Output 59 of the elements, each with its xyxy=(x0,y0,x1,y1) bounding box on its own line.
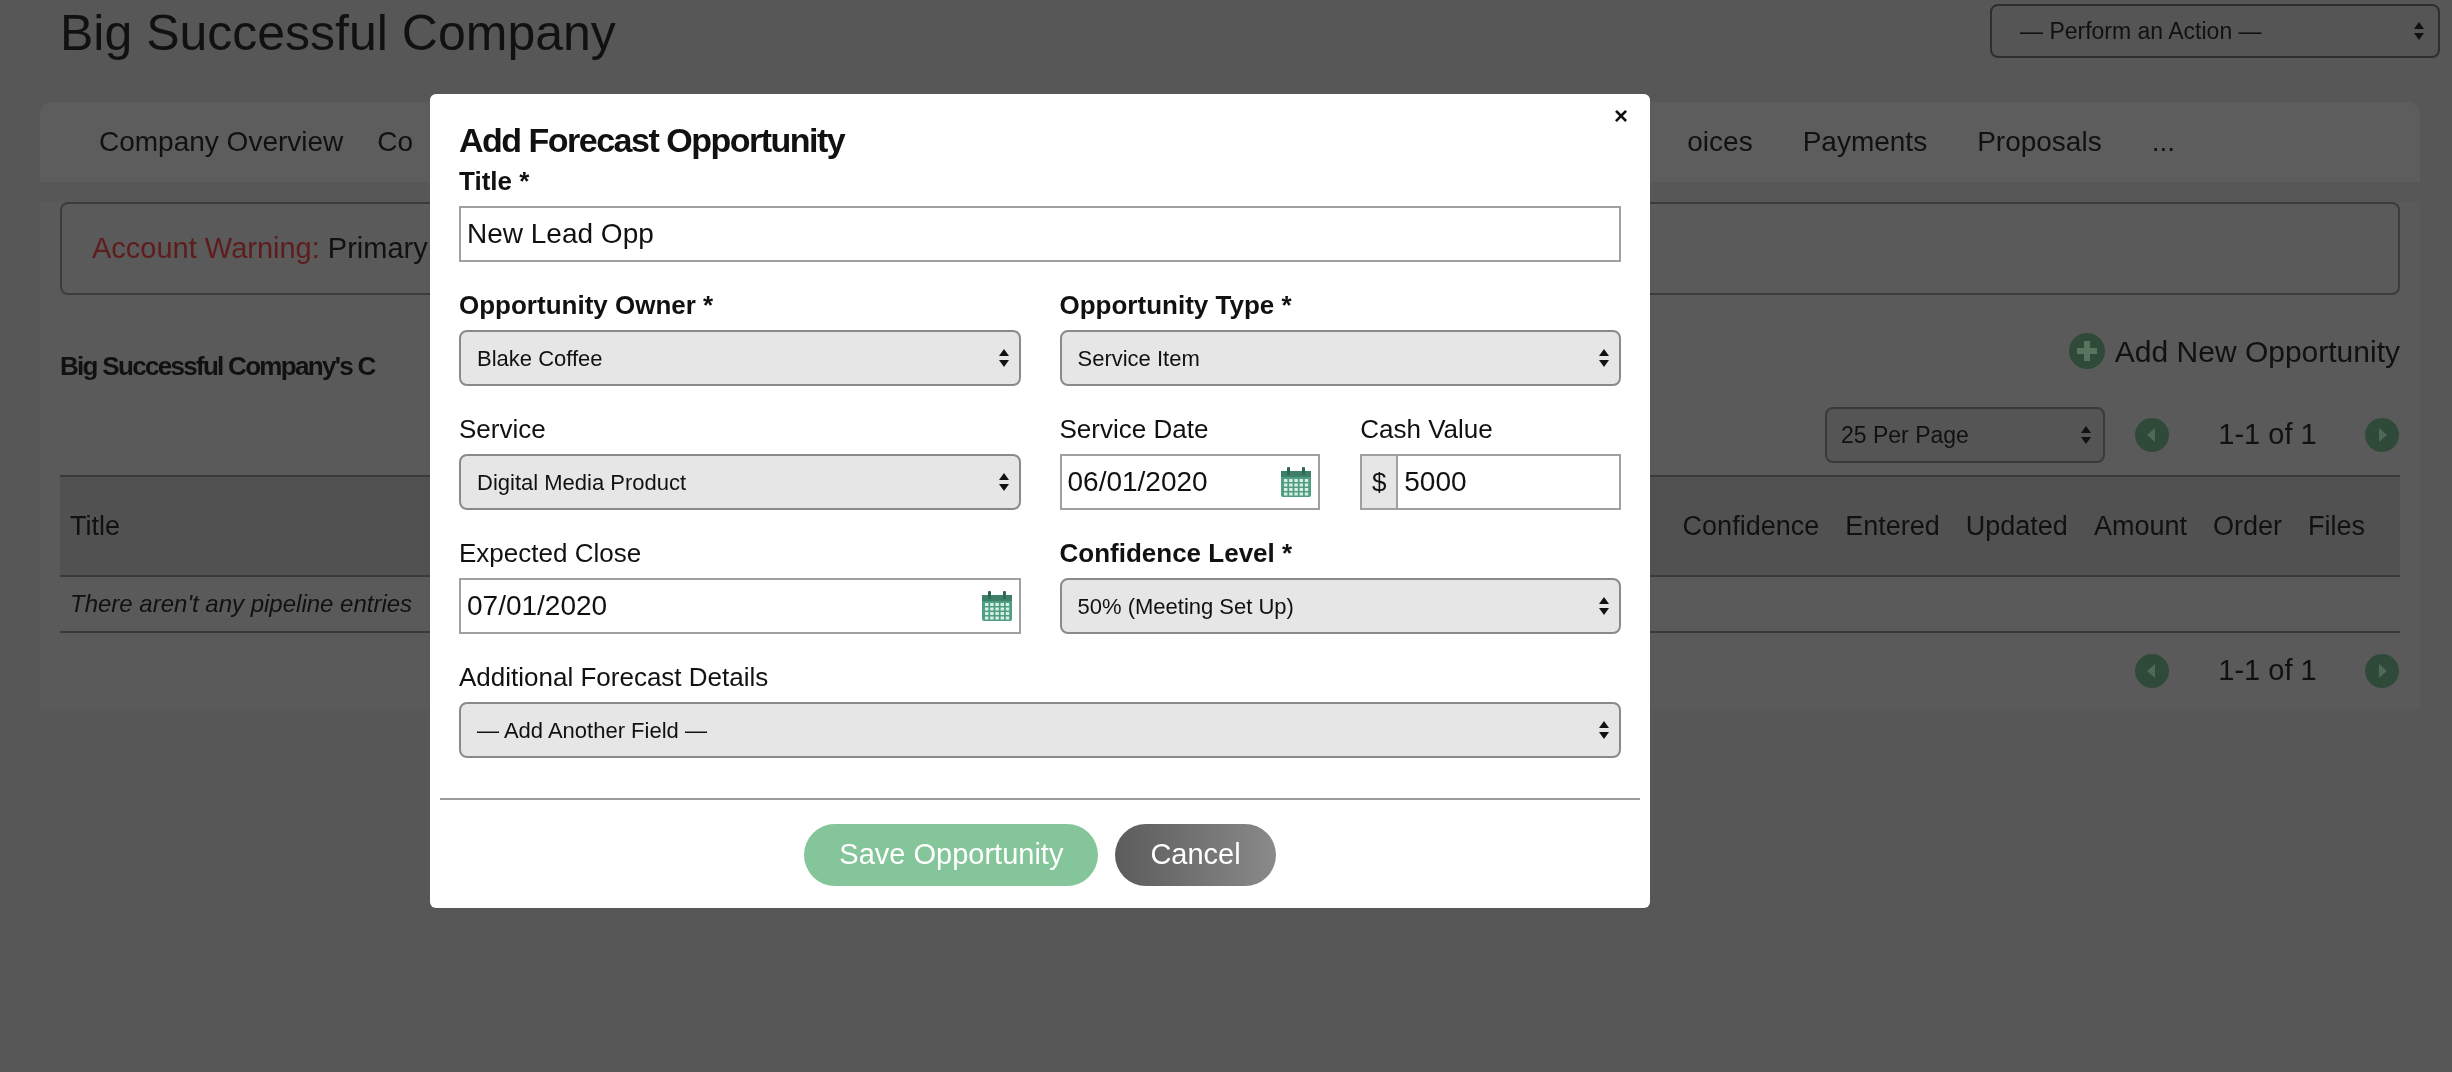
warning-label: Account Warning: xyxy=(92,230,320,266)
page-range: 1-1 of 1 xyxy=(2217,653,2318,689)
date-field[interactable]: 07/01/2020 xyxy=(459,578,1021,634)
field-label: Opportunity Owner * xyxy=(459,289,715,322)
select-field[interactable]: Service Item xyxy=(1059,330,1621,386)
page-range: 1-1 of 1 xyxy=(2217,417,2318,453)
next-page-button[interactable] xyxy=(2365,653,2400,689)
plus-circle-icon xyxy=(2068,333,2105,369)
select-field[interactable]: 50% (Meeting Set Up) xyxy=(1059,578,1621,634)
column-header: Files xyxy=(2308,509,2365,543)
column-header: Updated xyxy=(1965,509,2068,543)
date-field[interactable]: 06/01/2020 xyxy=(1059,454,1321,510)
column-header: Confidence xyxy=(1682,509,1820,543)
dialog-title: Add Forecast Opportunity xyxy=(459,120,846,161)
tab[interactable]: ... xyxy=(2151,121,2175,163)
text-field[interactable]: New Lead Opp xyxy=(459,206,1621,262)
amount-field[interactable]: 5000 xyxy=(1398,454,1621,510)
calendar-icon xyxy=(1280,466,1313,498)
field-label: Service Date xyxy=(1059,413,1210,446)
warning-text: Primary xyxy=(327,230,428,266)
select-field[interactable]: Blake Coffee xyxy=(459,330,1021,386)
previous-page-button[interactable] xyxy=(2135,653,2170,689)
tab[interactable]: Payments xyxy=(1802,121,1928,163)
field-label: Confidence Level * xyxy=(1059,537,1294,570)
per-page-select[interactable]: 25 Per Page xyxy=(1825,407,2105,463)
page-title: Big Successful Company xyxy=(59,4,616,63)
field-label: Service xyxy=(459,413,547,446)
field-label: Additional Forecast Details xyxy=(459,661,770,694)
previous-page-button[interactable] xyxy=(2135,417,2170,453)
select-field[interactable]: — Add Another Field — xyxy=(459,702,1621,758)
tab[interactable]: Proposals xyxy=(1977,121,2102,163)
next-page-button[interactable] xyxy=(2365,417,2400,453)
calendar-icon xyxy=(980,590,1013,622)
action-select[interactable]: — Perform an Action — xyxy=(1990,4,2440,58)
empty-table-message: There aren't any pipeline entries xyxy=(70,589,413,619)
column-header: Order xyxy=(2212,509,2282,543)
select-arrows-icon xyxy=(2081,426,2091,444)
add-opportunity-link[interactable]: Add New Opportunity xyxy=(2068,328,2400,374)
tab[interactable]: oices xyxy=(1687,121,1753,163)
close-button[interactable]: × xyxy=(1614,104,1628,128)
tab[interactable]: Co xyxy=(377,121,414,163)
select-arrows-icon xyxy=(998,473,1009,491)
field-label: Cash Value xyxy=(1360,413,1494,446)
tab[interactable]: Company Overview xyxy=(99,121,344,163)
select-arrows-icon xyxy=(1599,597,1609,615)
field-label: Title * xyxy=(459,165,531,198)
select-arrows-icon xyxy=(2414,22,2424,40)
section-title: Big Successful Company's C xyxy=(60,349,375,383)
column-header: Amount xyxy=(2093,509,2187,543)
cancel-button[interactable]: Cancel xyxy=(1115,824,1276,886)
select-field[interactable]: Digital Media Product xyxy=(459,454,1021,510)
field-label: Opportunity Type * xyxy=(1059,289,1293,322)
column-header: Title xyxy=(70,509,120,543)
select-arrows-icon xyxy=(998,349,1009,367)
select-arrows-icon xyxy=(1599,349,1609,367)
field-label: Expected Close xyxy=(459,537,643,570)
select-arrows-icon xyxy=(1599,721,1609,739)
currency-prefix: $ xyxy=(1360,454,1399,510)
column-header: Entered xyxy=(1845,509,1940,543)
